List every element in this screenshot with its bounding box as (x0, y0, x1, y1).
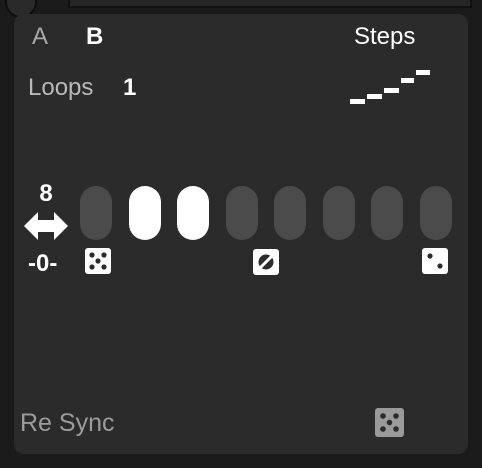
steps-mode-label[interactable]: Steps (354, 23, 415, 51)
dice-five-icon[interactable] (85, 248, 111, 274)
top-field[interactable] (68, 0, 472, 8)
step-toggle-7[interactable] (371, 186, 403, 240)
tab-b[interactable]: B (86, 23, 103, 51)
step-toggle-4[interactable] (226, 186, 258, 240)
step-toggle-5[interactable] (274, 186, 306, 240)
step-toggle-6[interactable] (323, 186, 355, 240)
step-toggle-1[interactable] (80, 186, 112, 240)
double-arrow-icon[interactable] (24, 211, 68, 241)
sequence-offset[interactable]: -0- (28, 250, 57, 278)
staircase-icon[interactable] (348, 66, 432, 106)
step-toggle-2[interactable] (129, 186, 161, 240)
dice-five-icon[interactable] (375, 408, 404, 437)
sequence-length[interactable]: 8 (35, 180, 57, 208)
step-toggle-8[interactable] (420, 186, 452, 240)
loops-value[interactable]: 1 (123, 74, 136, 102)
resync-button[interactable]: Re Sync (20, 409, 114, 438)
null-icon[interactable] (253, 249, 279, 275)
dice-two-icon[interactable] (422, 248, 448, 274)
top-strip (0, 0, 482, 18)
tab-a[interactable]: A (32, 23, 48, 51)
step-toggle-3[interactable] (177, 186, 209, 240)
loops-label: Loops (28, 74, 94, 101)
